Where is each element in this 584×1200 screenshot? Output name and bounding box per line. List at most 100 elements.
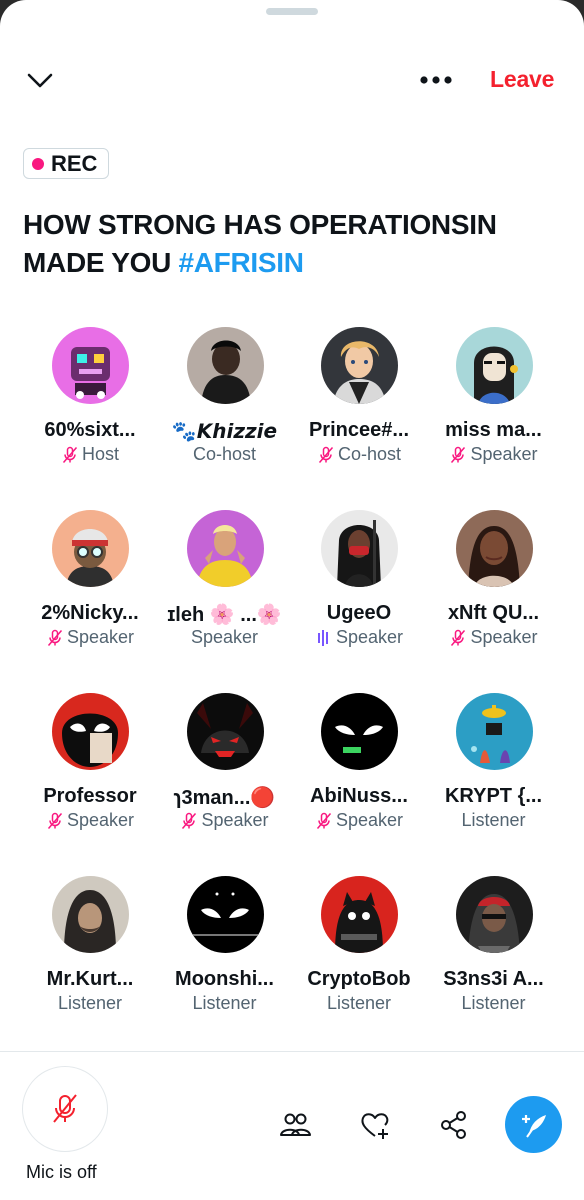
- avatar-image: [186, 876, 264, 953]
- avatar: [455, 693, 533, 770]
- participant-role: Speaker: [292, 627, 426, 648]
- participant-name: xNft QU...: [447, 602, 540, 624]
- participant-role-label: Speaker: [470, 627, 538, 647]
- drag-handle[interactable]: [266, 8, 318, 15]
- participant-tile[interactable]: 🐾𝙆𝙝𝙞𝙯𝙯𝙞𝙚 Co-host: [158, 325, 292, 475]
- participant-role-label: Listener: [192, 993, 257, 1013]
- recording-dot-icon: [32, 157, 44, 170]
- participant-role-label: Speaker: [190, 627, 259, 647]
- react-button[interactable]: [358, 1108, 392, 1142]
- mic-muted-icon: [62, 446, 78, 463]
- participant-name: ɪleh 🌸 ...🌸: [167, 604, 282, 626]
- participant-tile[interactable]: 2%Nicky... Speaker: [23, 508, 157, 658]
- participant-role-label: Listener: [326, 993, 392, 1013]
- compose-feather-icon: [521, 1114, 546, 1138]
- avatar: [186, 876, 264, 953]
- participant-role: Speaker: [158, 810, 292, 831]
- participant-tile[interactable]: KRYPT {... Listener: [427, 691, 561, 841]
- avatar-image: [455, 693, 533, 770]
- more-icon: [420, 76, 452, 84]
- participant-name: Professor: [43, 785, 137, 807]
- participant-tile[interactable]: Professor Speaker: [23, 691, 157, 841]
- participant-tile[interactable]: xNft QU... Speaker: [427, 508, 561, 658]
- avatar-image: [321, 876, 398, 953]
- share-icon: [441, 1111, 466, 1139]
- avatar-image: [321, 327, 398, 404]
- mic-muted-icon: [182, 812, 197, 829]
- speaking-bars-icon: [317, 629, 328, 646]
- mic-muted-icon: [47, 812, 63, 829]
- participant-tile[interactable]: ɪleh 🌸 ...🌸 Speaker: [158, 508, 292, 658]
- participant-name: 🐾𝙆𝙝𝙞𝙯𝙯𝙞𝙚: [171, 421, 278, 443]
- mic-toggle-button[interactable]: [22, 1066, 108, 1152]
- avatar: [186, 510, 264, 587]
- participant-tile[interactable]: AbiNuss... Speaker: [292, 691, 426, 841]
- participant-name: Mr.Kurt...: [46, 968, 134, 990]
- avatar-image: [186, 510, 264, 587]
- participant-tile[interactable]: Moonshi... Listener: [158, 874, 292, 1024]
- participant-name: S3ns3i A...: [443, 968, 544, 990]
- participant-tile[interactable]: UgeeO Speaker: [292, 508, 426, 658]
- minimize-button[interactable]: [22, 64, 58, 96]
- participant-role-label: Speaker: [201, 810, 269, 830]
- participant-role: Listener: [427, 993, 561, 1014]
- avatar: [52, 327, 129, 404]
- participant-name: AbiNuss...: [310, 785, 408, 807]
- mic-muted-icon: [316, 812, 332, 829]
- participant-role-label: Listener: [57, 993, 123, 1013]
- participant-role-label: Host: [81, 444, 119, 464]
- avatar: [321, 510, 398, 587]
- avatar-image: [455, 327, 533, 404]
- participants-button[interactable]: [278, 1108, 312, 1142]
- participant-tile[interactable]: miss ma... Speaker: [427, 325, 561, 475]
- share-button[interactable]: [437, 1108, 471, 1142]
- participant-role-label: Listener: [461, 810, 526, 830]
- avatar-image: [186, 327, 264, 404]
- more-options-button[interactable]: [416, 66, 456, 94]
- participant-name: Princee#...: [308, 419, 410, 441]
- compose-button[interactable]: [505, 1096, 562, 1153]
- recording-label: REC: [51, 150, 98, 176]
- participant-tile[interactable]: ɿ3man...🔴 Speaker: [158, 691, 292, 841]
- space-title: HOW STRONG HAS OPERATIONSIN MADE YOU #AF…: [23, 206, 563, 282]
- participant-role: Speaker: [427, 444, 561, 465]
- people-icon: [280, 1113, 311, 1136]
- avatar-image: [321, 510, 398, 587]
- participant-role-label: Speaker: [335, 627, 404, 647]
- recording-badge: REC: [23, 148, 109, 179]
- participant-name: UgeeO: [326, 602, 392, 624]
- mic-muted-icon: [451, 446, 466, 463]
- avatar-image: [455, 510, 533, 587]
- participant-tile[interactable]: Mr.Kurt... Listener: [23, 874, 157, 1024]
- avatar-image: [52, 327, 129, 404]
- avatar-image: [52, 876, 129, 953]
- participant-tile[interactable]: S3ns3i A... Listener: [427, 874, 561, 1024]
- participant-role: Co-host: [158, 444, 292, 465]
- participant-name: KRYPT {...: [444, 785, 543, 807]
- participant-role: Speaker: [292, 810, 426, 831]
- space-title-hashtag[interactable]: #AFRISIN: [178, 247, 303, 278]
- participant-role-label: Co-host: [192, 444, 257, 464]
- participant-tile[interactable]: Princee#... Co-host: [292, 325, 426, 475]
- participant-tile[interactable]: CryptoBob Listener: [292, 874, 426, 1024]
- participant-role: Listener: [292, 993, 426, 1014]
- participant-role: Co-host: [292, 444, 426, 465]
- participant-role-label: Listener: [461, 993, 526, 1013]
- participant-tile[interactable]: 60%sixt... Host: [23, 325, 157, 475]
- avatar-image: [321, 693, 398, 770]
- participant-role: Listener: [158, 993, 292, 1014]
- avatar-image: [52, 510, 129, 587]
- participant-role: Speaker: [23, 810, 157, 831]
- participant-name: miss ma...: [445, 419, 542, 441]
- leave-button[interactable]: Leave: [490, 66, 554, 93]
- participant-role: Speaker: [158, 627, 292, 648]
- participant-role: Listener: [23, 993, 157, 1014]
- participant-role-label: Speaker: [66, 627, 135, 647]
- participant-role: Listener: [427, 810, 561, 831]
- top-bar: Leave: [0, 56, 584, 104]
- avatar: [52, 510, 129, 587]
- space-sheet: Leave REC HOW STRONG HAS OPERATIONSIN MA…: [0, 0, 584, 1200]
- avatar: [455, 327, 533, 404]
- participant-role-label: Speaker: [470, 444, 538, 464]
- mic-muted-icon: [318, 446, 334, 463]
